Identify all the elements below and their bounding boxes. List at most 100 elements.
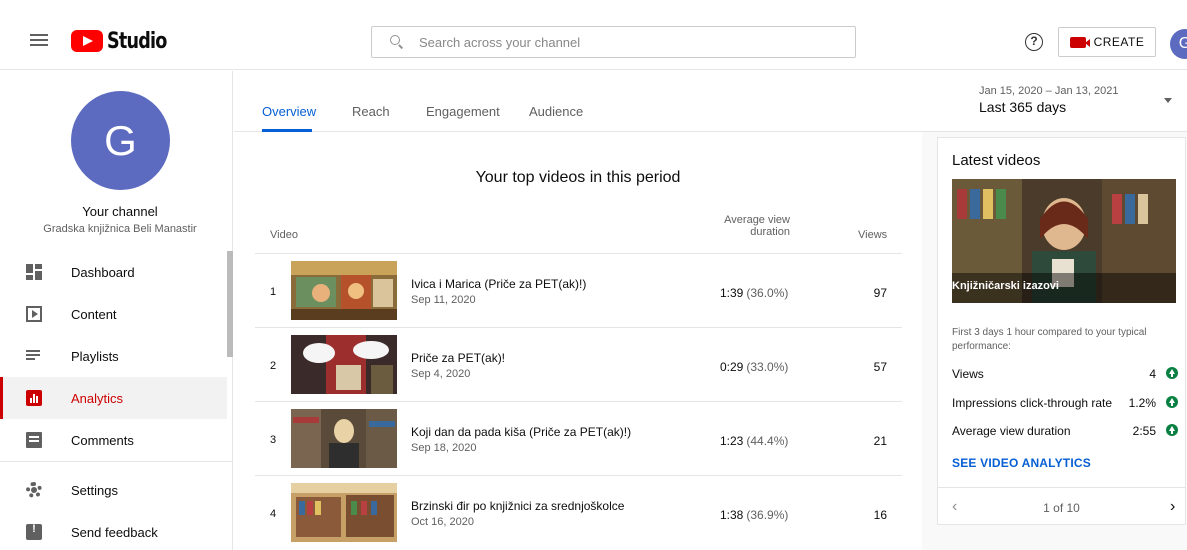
duration-value: 1:23 bbox=[720, 434, 744, 448]
create-label: CREATE bbox=[1093, 35, 1145, 49]
create-button[interactable]: CREATE bbox=[1058, 27, 1156, 57]
thumbnail-speech-bubble bbox=[291, 335, 397, 394]
metric-value: 1.2% bbox=[1128, 396, 1156, 410]
duration-value: 1:38 bbox=[720, 508, 744, 522]
avg-view-duration: 1:38 (36.9%) bbox=[720, 508, 788, 522]
sidebar-item-dashboard[interactable]: Dashboard bbox=[0, 251, 227, 293]
row-rank: 2 bbox=[270, 360, 277, 372]
table-row[interactable]: 3 Koji dan da pada kiša (Priče za PET(ak… bbox=[255, 401, 902, 475]
views-count: 16 bbox=[873, 508, 887, 522]
sidebar-item-content[interactable]: Content bbox=[0, 293, 227, 335]
views-count: 97 bbox=[873, 286, 887, 300]
studio-logo[interactable]: Studio bbox=[71, 28, 181, 54]
gear-icon bbox=[26, 482, 42, 498]
arrow-up-icon bbox=[1166, 396, 1178, 408]
column-header-avg-view-duration[interactable]: Average view duration bbox=[700, 214, 790, 238]
channel-name: Gradska knjižnica Beli Manastir bbox=[43, 223, 197, 235]
avg-view-duration: 1:39 (36.0%) bbox=[720, 286, 788, 300]
duration-percent: (36.9%) bbox=[746, 508, 789, 522]
card-divider bbox=[938, 487, 1185, 488]
views-count: 21 bbox=[873, 434, 887, 448]
thumbnail-presenter-bookshelf bbox=[291, 409, 397, 468]
channel-avatar[interactable]: G bbox=[71, 91, 170, 190]
sidebar-item-label: Dashboard bbox=[71, 264, 135, 280]
sidebar-item-send-feedback[interactable]: Send feedback bbox=[0, 511, 227, 550]
video-thumbnail[interactable] bbox=[291, 335, 397, 394]
date-range-label: Last 365 days bbox=[979, 99, 1067, 115]
metric-ctr: Impressions click-through rate 1.2% bbox=[952, 396, 1178, 410]
video-camera-icon bbox=[1069, 36, 1090, 48]
top-bar: Studio ? CREATE G bbox=[0, 0, 1187, 70]
video-title[interactable]: Koji dan da pada kiša (Priče za PET(ak)!… bbox=[411, 425, 631, 439]
metric-value: 4 bbox=[1149, 367, 1156, 381]
date-range-picker[interactable]: Jan 15, 2020 – Jan 13, 2021 Last 365 day… bbox=[979, 85, 1118, 115]
duration-percent: (33.0%) bbox=[746, 360, 789, 374]
playlists-icon bbox=[26, 348, 42, 364]
avg-view-duration: 0:29 (33.0%) bbox=[720, 360, 788, 374]
sidebar-item-label: Playlists bbox=[71, 348, 119, 364]
latest-video-title[interactable]: Knjižničarski izazovi bbox=[952, 280, 1059, 292]
sidebar-item-analytics[interactable]: Analytics bbox=[0, 377, 227, 419]
sidebar: G Your channel Gradska knjižnica Beli Ma… bbox=[0, 71, 233, 550]
sidebar-item-label: Content bbox=[71, 306, 117, 322]
thumbnail-library-shelves bbox=[291, 483, 397, 542]
column-header-line: duration bbox=[750, 226, 790, 238]
sidebar-item-label: Send feedback bbox=[71, 524, 158, 540]
sidebar-item-settings[interactable]: Settings bbox=[0, 469, 227, 511]
date-range-dates: Jan 15, 2020 – Jan 13, 2021 bbox=[979, 85, 1119, 97]
sidebar-scrollbar[interactable] bbox=[227, 251, 233, 357]
sidebar-item-comments[interactable]: Comments bbox=[0, 419, 227, 461]
sidebar-item-label: Settings bbox=[71, 482, 118, 498]
video-title[interactable]: Priče za PET(ak)! bbox=[411, 351, 505, 365]
duration-percent: (36.0%) bbox=[746, 286, 789, 300]
pager-indicator: 1 of 10 bbox=[1043, 501, 1080, 515]
latest-videos-card: Latest videos Knjižničarski izazovi Firs… bbox=[937, 137, 1186, 525]
tab-reach[interactable]: Reach bbox=[352, 104, 390, 119]
column-header-line: Average view bbox=[724, 214, 790, 226]
column-header-video: Video bbox=[270, 229, 298, 241]
video-date: Sep 18, 2020 bbox=[411, 442, 477, 454]
help-icon[interactable]: ? bbox=[1025, 33, 1043, 51]
video-date: Sep 4, 2020 bbox=[411, 368, 471, 380]
tab-overview[interactable]: Overview bbox=[262, 104, 316, 119]
tab-engagement[interactable]: Engagement bbox=[426, 104, 500, 119]
video-thumbnail[interactable] bbox=[291, 409, 397, 468]
your-channel-label: Your channel bbox=[82, 204, 158, 219]
video-title[interactable]: Ivica i Marica (Priče za PET(ak)!) bbox=[411, 277, 586, 291]
chevron-right-icon[interactable]: › bbox=[1170, 498, 1175, 516]
table-row[interactable]: 1 Ivica i Marica (Priče za PET(ak)!) Sep… bbox=[255, 253, 902, 327]
column-header-views[interactable]: Views bbox=[858, 229, 887, 241]
video-title[interactable]: Brzinski đir po knjižnici za srednjoškol… bbox=[411, 499, 624, 513]
table-row[interactable]: 2 Priče za PET(ak)! Sep 4, 2020 0:29 (33.… bbox=[255, 327, 902, 401]
video-date: Sep 11, 2020 bbox=[411, 294, 476, 306]
sidebar-item-label: Analytics bbox=[71, 390, 124, 406]
menu-icon[interactable] bbox=[30, 34, 48, 48]
top-videos-title: Your top videos in this period bbox=[475, 169, 681, 186]
metric-views: Views 4 bbox=[952, 367, 1178, 381]
search-bar[interactable] bbox=[371, 26, 856, 58]
sidebar-item-label: Comments bbox=[71, 432, 134, 448]
chevron-down-icon[interactable] bbox=[1164, 98, 1172, 103]
video-date: Oct 16, 2020 bbox=[411, 516, 474, 528]
see-video-analytics-link[interactable]: SEE VIDEO ANALYTICS bbox=[952, 456, 1091, 470]
table-row[interactable]: 4 Brzinski đir po knjižnici za srednjošk… bbox=[255, 475, 902, 549]
row-rank: 4 bbox=[270, 508, 277, 520]
arrow-up-icon bbox=[1166, 367, 1178, 379]
metric-value: 2:55 bbox=[1132, 424, 1156, 438]
sidebar-divider bbox=[0, 461, 233, 462]
logo-text: Studio bbox=[107, 28, 167, 54]
latest-videos-title: Latest videos bbox=[952, 152, 1041, 169]
tab-audience[interactable]: Audience bbox=[529, 104, 583, 119]
row-rank: 3 bbox=[270, 434, 277, 446]
video-thumbnail[interactable] bbox=[291, 261, 397, 320]
sidebar-item-playlists[interactable]: Playlists bbox=[0, 335, 227, 377]
feedback-icon bbox=[26, 523, 42, 540]
search-input[interactable] bbox=[419, 34, 819, 50]
duration-value: 1:39 bbox=[720, 286, 744, 300]
metric-avg-view-duration: Average view duration 2:55 bbox=[952, 424, 1178, 438]
account-avatar[interactable]: G bbox=[1170, 29, 1187, 59]
video-thumbnail[interactable] bbox=[291, 483, 397, 542]
avg-view-duration: 1:23 (44.4%) bbox=[720, 434, 788, 448]
content-icon bbox=[26, 306, 42, 322]
analytics-icon bbox=[26, 390, 42, 406]
